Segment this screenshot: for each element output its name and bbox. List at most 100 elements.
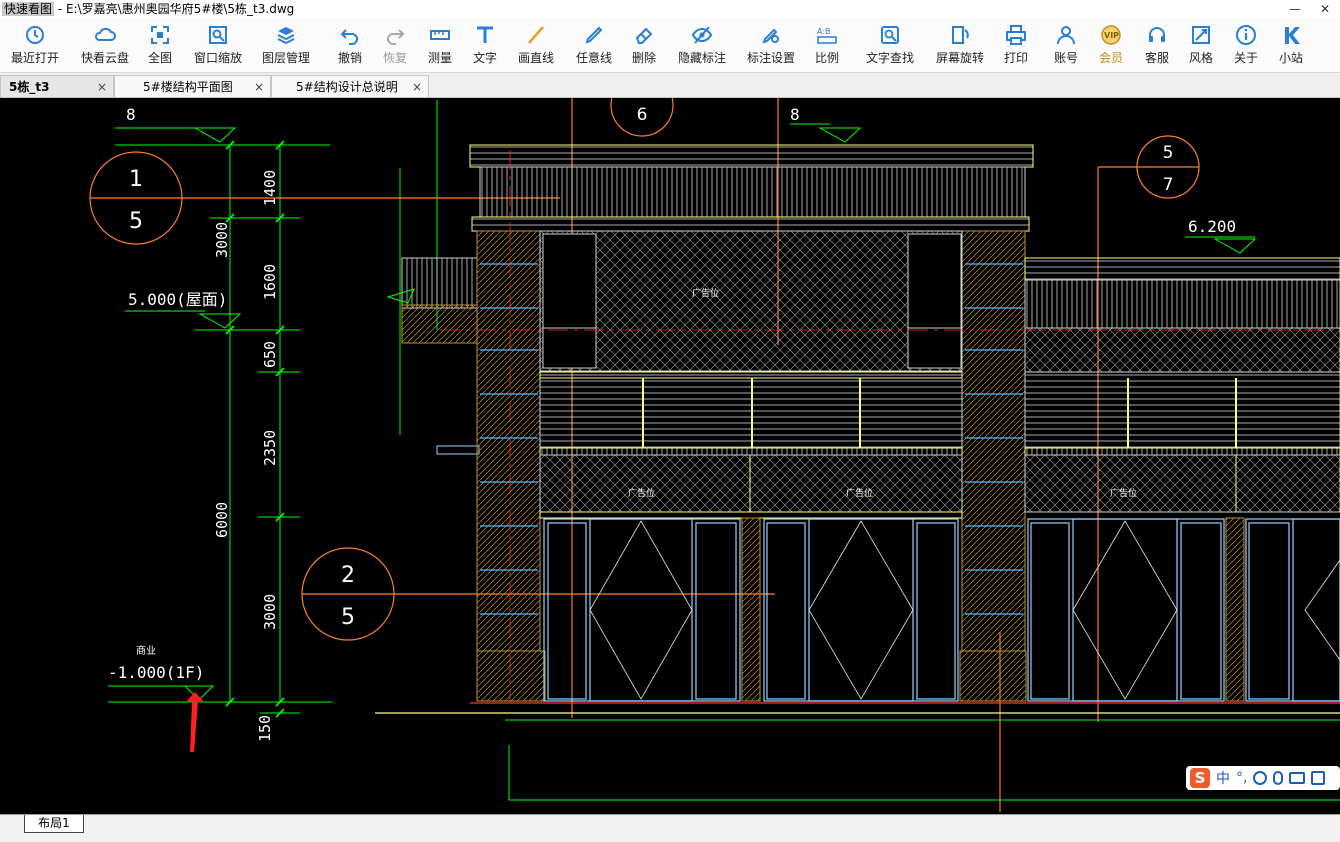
tab-label: 5#结构设计总说明 — [296, 80, 398, 94]
toolbar-label: 窗口缩放 — [193, 51, 242, 65]
hide-annotation-icon — [691, 26, 713, 44]
text-search-icon — [881, 26, 899, 44]
cloud-icon — [95, 27, 116, 41]
measure-icon — [430, 30, 450, 40]
toolbar-label: 删除 — [631, 51, 656, 65]
toolbar-label: 会员 — [1098, 51, 1123, 65]
tab-design-notes[interactable]: 5#结构设计总说明 × — [271, 75, 429, 97]
toolbar-label: 比例 — [814, 51, 839, 65]
ime-language[interactable]: 中 — [1216, 768, 1230, 788]
redo-button[interactable]: 恢复 — [380, 20, 410, 70]
tools-icon[interactable] — [1311, 771, 1326, 785]
drawing-canvas[interactable]: 8 8 5.000(屋面) 6.200 -1.000(1F) 商业 1400 1… — [0, 98, 1340, 814]
toolbar-label: 全图 — [147, 51, 172, 65]
tab-label: 5栋_t3 — [9, 80, 50, 94]
site-button[interactable]: 小站 — [1276, 20, 1306, 70]
vip-icon: VIP — [1101, 25, 1121, 45]
sogou-logo-icon: S — [1190, 768, 1210, 788]
tab-structure-plan[interactable]: 5#楼结构平面图 × — [114, 75, 271, 97]
title-bar: 快速看图 - E:\罗嘉亮\惠州奥园华府5#楼\5栋_t3.dwg — ✕ — [0, 0, 1340, 18]
measure-button[interactable]: 测量 — [425, 20, 455, 70]
annotation-settings-button[interactable]: 标注设置 — [743, 20, 799, 70]
axis-mark-left: 8 — [126, 105, 136, 124]
emoji-icon[interactable] — [1253, 771, 1268, 785]
tab-label: 5#楼结构平面图 — [143, 80, 233, 94]
delete-button[interactable]: 删除 — [629, 20, 659, 70]
ime-punctuation[interactable]: °, — [1236, 770, 1247, 786]
toolbar-label: 画直线 — [517, 51, 554, 65]
toolbar-label: 文字 — [472, 51, 497, 65]
freehand-button[interactable]: 任意线 — [573, 20, 615, 70]
sign-label: 广告位 — [1110, 487, 1137, 499]
microphone-icon[interactable] — [1273, 771, 1284, 785]
print-button[interactable]: 打印 — [1001, 20, 1031, 70]
about-button[interactable]: 关于 — [1231, 20, 1261, 70]
account-button[interactable]: 账号 — [1051, 20, 1081, 70]
dim-3000-lower: 3000 — [261, 594, 279, 630]
main-toolbar: 最近打开 快看云盘 全图 窗口缩放 图层管理 撤销 恢复 测量 文字 画直线 任… — [0, 18, 1340, 73]
toolbar-label: 任意线 — [575, 51, 612, 65]
svg-text:VIP: VIP — [1104, 31, 1119, 40]
dim-3000-upper: 3000 — [213, 222, 231, 258]
ime-toolbar[interactable]: S 中 °, — [1186, 766, 1340, 790]
toolbar-label: 关于 — [1233, 51, 1258, 65]
callout-4-top: 6 — [637, 105, 648, 125]
toolbar-label: 标注设置 — [746, 51, 795, 65]
window-zoom-button[interactable]: 窗口缩放 — [190, 20, 246, 70]
toolbar-label: 打印 — [1003, 51, 1028, 65]
text-button[interactable]: 文字 — [470, 20, 500, 70]
app-name: 快速看图 — [2, 2, 55, 16]
redo-icon — [387, 29, 405, 45]
dim-2350: 2350 — [261, 430, 279, 466]
screen-rotate-button[interactable]: 屏幕旋转 — [932, 20, 988, 70]
callout-3-top: 5 — [1163, 143, 1174, 163]
text-icon — [477, 26, 493, 43]
tab-close-icon[interactable]: × — [412, 76, 422, 98]
rotate-screen-icon — [952, 26, 969, 44]
toolbar-label: 风格 — [1188, 51, 1213, 65]
keyboard-icon[interactable] — [1289, 772, 1306, 784]
hide-annotation-button[interactable]: 隐藏标注 — [674, 20, 730, 70]
cad-drawing: 8 8 5.000(屋面) 6.200 -1.000(1F) 商业 1400 1… — [89, 98, 1340, 812]
customer-service-button[interactable]: 客服 — [1142, 20, 1172, 70]
tab-5-t3[interactable]: 5栋_t3 × — [0, 75, 114, 97]
cloud-disk-button[interactable]: 快看云盘 — [78, 20, 132, 70]
callout-3-bottom: 7 — [1163, 175, 1174, 195]
sign-label: 广告位 — [628, 487, 655, 499]
draw-line-button[interactable]: 画直线 — [515, 20, 557, 70]
text-search-button[interactable]: 文字查找 — [862, 20, 918, 70]
window-title: 快速看图 - E:\罗嘉亮\惠州奥园华府5#楼\5栋_t3.dwg — [2, 0, 294, 18]
dim-1600: 1600 — [261, 264, 279, 300]
window-zoom-icon — [209, 26, 227, 44]
scale-button[interactable]: A:B 比例 — [812, 20, 842, 70]
k-logo-icon — [1285, 27, 1300, 44]
callout-2-top: 2 — [341, 563, 355, 588]
fit-all-button[interactable]: 全图 — [145, 20, 175, 70]
info-icon — [1236, 25, 1256, 45]
style-button[interactable]: 风格 — [1186, 20, 1216, 70]
axis-mark-right: 8 — [790, 105, 800, 124]
toolbar-label: 屏幕旋转 — [935, 51, 984, 65]
layout-bar: 布局1 — [0, 814, 1340, 842]
headset-icon — [1149, 27, 1165, 42]
sign-label: 广告位 — [846, 487, 873, 499]
callout-1-top: 1 — [129, 167, 143, 192]
tab-close-icon[interactable]: × — [254, 76, 264, 98]
minimize-button[interactable]: — — [1280, 0, 1310, 18]
svg-text:A:B: A:B — [817, 27, 831, 36]
dim-650: 650 — [261, 341, 279, 368]
dim-6000: 6000 — [213, 502, 231, 538]
fit-all-icon — [151, 26, 169, 44]
eraser-icon — [635, 27, 653, 44]
freehand-icon — [585, 26, 603, 44]
toolbar-label: 撤销 — [337, 51, 362, 65]
layer-manager-button[interactable]: 图层管理 — [258, 20, 314, 70]
recent-open-button[interactable]: 最近打开 — [8, 20, 62, 70]
vip-button[interactable]: VIP 会员 — [1096, 20, 1126, 70]
roof-elevation: 5.000(屋面) — [128, 290, 227, 309]
tab-close-icon[interactable]: × — [97, 76, 107, 98]
undo-button[interactable]: 撤销 — [335, 20, 365, 70]
close-button[interactable]: ✕ — [1310, 0, 1340, 18]
layout-tab[interactable]: 布局1 — [24, 815, 84, 833]
right-elevation: 6.200 — [1188, 217, 1236, 236]
